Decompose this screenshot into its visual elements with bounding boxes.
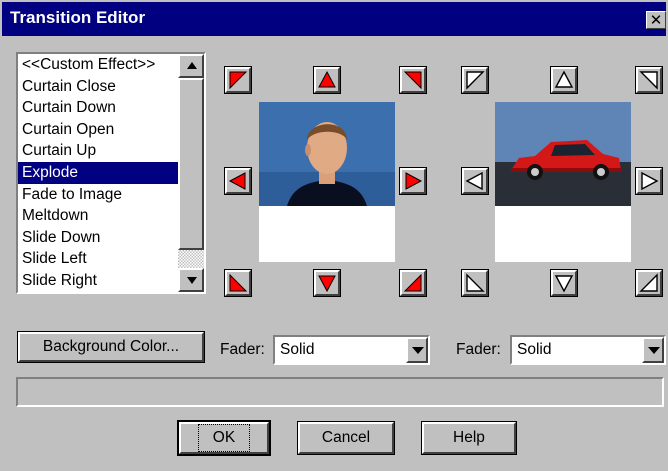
target-arrow-down-left-button[interactable] [461, 269, 489, 297]
effect-list-item[interactable]: Curtain Close [18, 76, 178, 98]
arrow-down-left-icon [466, 273, 485, 292]
window-title: Transition Editor [10, 8, 146, 27]
fader2-select[interactable]: Solid [510, 335, 666, 365]
effects-listbox[interactable]: <<Custom Effect>> Curtain Close Curtain Do… [16, 52, 206, 294]
help-label: Help [453, 429, 485, 446]
scroll-down-icon [187, 277, 197, 284]
source-arrow-right-button[interactable] [399, 167, 427, 195]
arrow-up-icon [318, 70, 336, 88]
vertical-scrollbar[interactable] [178, 54, 204, 292]
close-button[interactable]: ✕ [646, 11, 666, 29]
chevron-down-icon [412, 347, 424, 354]
source-arrow-down-left-button[interactable] [224, 269, 252, 297]
effect-list-item[interactable]: Curtain Open [18, 119, 178, 141]
effect-list-item[interactable]: Slide Down [18, 227, 178, 249]
arrow-up-right-icon [639, 71, 658, 90]
scroll-thumb[interactable] [178, 78, 204, 250]
arrow-right-icon [405, 172, 423, 190]
progress-bar [16, 377, 664, 407]
arrow-up-right-icon [403, 71, 422, 90]
arrow-left-icon [465, 171, 483, 191]
scroll-track[interactable] [178, 250, 204, 268]
effects-list-items: <<Custom Effect>> Curtain Close Curtain Do… [18, 54, 178, 292]
arrow-up-icon [554, 70, 574, 88]
source-arrow-down-right-button[interactable] [399, 269, 427, 297]
effect-list-item[interactable]: Slide Left [18, 248, 178, 270]
effect-list-item[interactable]: Explode [18, 161, 178, 184]
ok-button[interactable]: OK [177, 420, 271, 456]
arrow-right-icon [641, 171, 659, 191]
target-arrow-up-right-button[interactable] [635, 66, 663, 94]
title-bar[interactable]: Transition Editor ✕ [2, 2, 666, 36]
effect-list-item[interactable]: <<Custom Effect>> [18, 54, 178, 76]
ok-label: OK [197, 424, 251, 452]
arrow-down-icon [554, 275, 574, 293]
background-color-button[interactable]: Background Color... [17, 331, 205, 363]
arrow-down-left-icon [229, 273, 248, 292]
transition-editor-window: Transition Editor ✕ <<Custom Effect>> Cur… [0, 0, 668, 471]
fader2-label: Fader: [456, 341, 501, 358]
arrow-left-icon [228, 172, 246, 190]
cancel-button[interactable]: Cancel [297, 421, 395, 455]
fader1-value: Solid [280, 341, 315, 358]
target-arrow-down-button[interactable] [550, 269, 578, 297]
scroll-up-icon [187, 62, 197, 69]
source-arrow-up-right-button[interactable] [399, 66, 427, 94]
source-arrow-down-button[interactable] [313, 269, 341, 297]
target-arrow-right-button[interactable] [635, 167, 663, 195]
target-preview [495, 102, 631, 262]
arrow-down-icon [318, 275, 336, 293]
close-icon: ✕ [649, 12, 663, 29]
scroll-down-button[interactable] [178, 268, 204, 292]
red-car-image [495, 102, 631, 206]
source-preview [259, 102, 395, 262]
fader2-dropdown-button[interactable] [642, 337, 664, 363]
arrow-down-right-icon [403, 273, 422, 292]
fader2-value: Solid [517, 341, 552, 358]
source-arrow-up-button[interactable] [313, 66, 341, 94]
scroll-up-button[interactable] [178, 54, 204, 78]
effect-list-item[interactable]: Curtain Down [18, 97, 178, 119]
effect-list-item[interactable]: Meltdown [18, 205, 178, 227]
target-arrow-up-left-button[interactable] [461, 66, 489, 94]
effect-list-item[interactable]: Slide Right [18, 270, 178, 292]
fader1-dropdown-button[interactable] [406, 337, 428, 363]
source-arrow-left-button[interactable] [224, 167, 252, 195]
background-color-label: Background Color... [42, 338, 180, 355]
target-arrow-left-button[interactable] [461, 167, 489, 195]
fader1-select[interactable]: Solid [273, 335, 430, 365]
arrow-down-right-icon [639, 273, 658, 292]
arrow-up-left-icon [466, 71, 485, 90]
source-arrow-up-left-button[interactable] [224, 66, 252, 94]
man-portrait-image [259, 102, 395, 206]
arrow-up-left-icon [229, 71, 248, 90]
effect-list-item[interactable]: Fade to Image [18, 184, 178, 206]
fader1-label: Fader: [220, 341, 265, 358]
effect-list-item[interactable]: Curtain Up [18, 140, 178, 162]
cancel-label: Cancel [321, 429, 371, 446]
target-arrow-up-button[interactable] [550, 66, 578, 94]
chevron-down-icon [648, 347, 660, 354]
target-arrow-down-right-button[interactable] [635, 269, 663, 297]
help-button[interactable]: Help [421, 421, 517, 455]
